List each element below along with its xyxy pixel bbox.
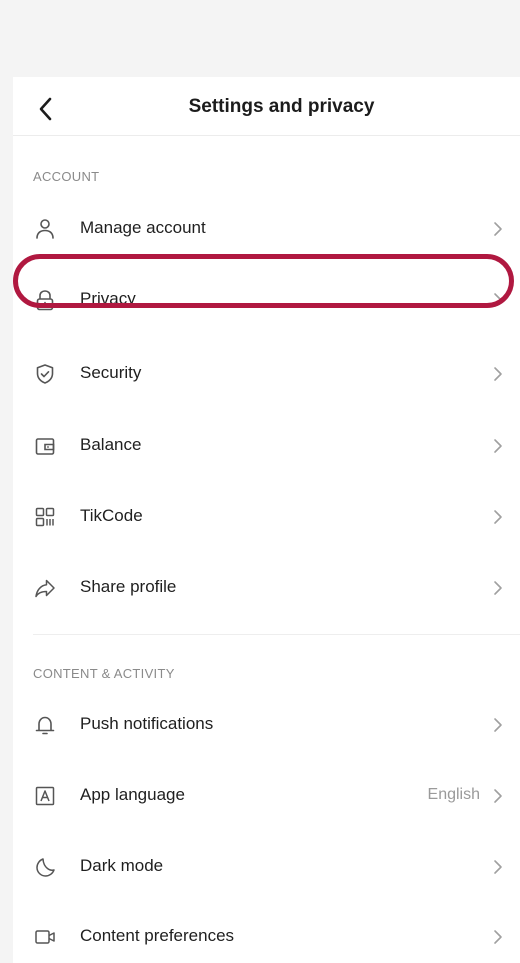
chevron-right-icon	[492, 291, 504, 309]
chevron-right-icon	[492, 437, 504, 455]
chevron-right-icon	[492, 579, 504, 597]
moon-icon	[33, 855, 57, 879]
chevron-right-icon	[492, 858, 504, 876]
settings-item-dark-mode[interactable]: Dark mode	[13, 837, 520, 897]
section-divider	[33, 634, 520, 635]
settings-item-content-preferences[interactable]: Content preferences	[13, 907, 520, 963]
shield-icon	[33, 362, 57, 386]
chevron-right-icon	[492, 508, 504, 526]
settings-item-label: Manage account	[80, 218, 206, 237]
chevron-right-icon	[492, 220, 504, 238]
chevron-right-icon	[492, 716, 504, 734]
settings-item-share-profile[interactable]: Share profile	[13, 558, 520, 618]
settings-item-balance[interactable]: Balance	[13, 416, 520, 476]
settings-item-tikcode[interactable]: TikCode	[13, 487, 520, 547]
wallet-icon	[33, 434, 57, 458]
settings-item-security[interactable]: Security	[13, 344, 520, 404]
settings-item-label: Balance	[80, 435, 142, 454]
header-bar: Settings and privacy	[13, 77, 520, 136]
settings-item-label: Dark mode	[80, 856, 164, 875]
settings-item-label: Privacy	[80, 289, 136, 308]
bell-icon	[33, 713, 57, 737]
settings-item-label: Content preferences	[80, 926, 235, 945]
video-icon	[33, 925, 57, 949]
qr-code-icon	[33, 505, 57, 529]
settings-item-app-language[interactable]: App language English	[13, 766, 520, 826]
page-title: Settings and privacy	[188, 96, 375, 117]
settings-item-manage-account[interactable]: Manage account	[13, 199, 520, 259]
settings-item-privacy[interactable]: Privacy	[13, 270, 520, 330]
settings-item-label: Security	[80, 363, 142, 382]
chevron-right-icon	[492, 365, 504, 383]
settings-item-label: TikCode	[80, 506, 143, 525]
section-label-account: ACCOUNT	[33, 169, 100, 184]
settings-item-label: Share profile	[80, 577, 177, 596]
chevron-right-icon	[492, 787, 504, 805]
current-language-value: English	[427, 786, 480, 803]
language-icon	[33, 784, 57, 808]
chevron-right-icon	[492, 928, 504, 946]
share-icon	[33, 576, 57, 600]
lock-icon	[33, 288, 57, 312]
section-label-content-activity: CONTENT & ACTIVITY	[33, 666, 175, 681]
person-icon	[33, 217, 57, 241]
settings-item-push-notifications[interactable]: Push notifications	[13, 695, 520, 755]
settings-item-label: Push notifications	[80, 714, 214, 733]
settings-item-label: App language	[80, 785, 185, 804]
settings-screen: Settings and privacy ACCOUNT Manage acco…	[13, 77, 520, 963]
